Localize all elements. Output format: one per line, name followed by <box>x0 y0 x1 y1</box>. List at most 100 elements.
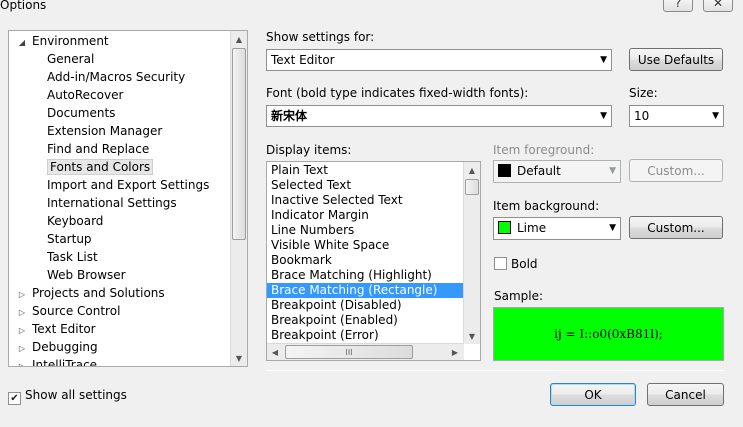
collapsed-triangle-icon[interactable]: ▷ <box>15 358 29 366</box>
tree-item-label: Import and Export Settings <box>47 178 210 192</box>
show-settings-value: Text Editor <box>271 53 335 67</box>
tree-item-label: Fonts and Colors <box>47 159 154 175</box>
tree-item-label: IntelliTrace <box>32 358 98 367</box>
tree-item[interactable]: General <box>47 50 94 68</box>
list-item[interactable]: Brace Matching (Rectangle) <box>267 283 464 298</box>
list-item[interactable]: Visible White Space <box>270 238 464 253</box>
tree-item[interactable]: Extension Manager <box>47 122 162 140</box>
background-color-swatch <box>498 221 511 234</box>
list-item[interactable]: Breakpoint (Error) <box>270 328 464 343</box>
show-settings-label: Show settings for: <box>266 30 375 44</box>
item-background-label: Item background: <box>493 199 600 213</box>
foreground-custom-button[interactable]: Custom... <box>629 159 723 182</box>
font-value: 新宋体 <box>271 109 308 123</box>
tree-item-label: Startup <box>47 232 92 246</box>
tree-item-label: Add-in/Macros Security <box>47 70 186 84</box>
tree-item-label: General <box>47 52 95 66</box>
scroll-down-icon[interactable]: ▼ <box>231 350 247 366</box>
tree-item-label: Environment <box>32 34 109 48</box>
scroll-up-icon[interactable]: ▲ <box>231 31 247 47</box>
list-item[interactable]: Breakpoint (Disabled) <box>270 298 464 313</box>
tree-item-label: Task List <box>47 250 98 264</box>
tree-scroll-thumb[interactable] <box>232 48 246 240</box>
size-combo[interactable]: 10 ▼ <box>629 105 724 127</box>
sample-preview: ij = I::o0(0xB81l); <box>493 307 724 361</box>
tree-item-label: Web Browser <box>47 268 126 282</box>
show-settings-combo[interactable]: Text Editor ▼ <box>266 49 612 71</box>
help-button[interactable]: ? <box>663 0 693 12</box>
list-item[interactable]: Brace Matching (Highlight) <box>270 268 464 283</box>
item-background-combo[interactable]: Lime ▼ <box>493 217 621 240</box>
tree-item[interactable]: ▷ Debugging <box>15 338 98 356</box>
cancel-button[interactable]: Cancel <box>647 383 724 406</box>
footer-divider <box>266 370 724 371</box>
tree-item-label: Extension Manager <box>47 124 163 138</box>
chevron-down-icon: ▼ <box>712 111 719 121</box>
tree-item[interactable]: Web Browser <box>47 266 126 284</box>
tree-item-label: Debugging <box>32 340 98 354</box>
scroll-left-icon[interactable]: ◀ <box>267 344 283 360</box>
list-item[interactable]: Line Numbers <box>270 223 464 238</box>
font-combo[interactable]: 新宋体 ▼ <box>266 105 612 127</box>
item-foreground-label: Item foreground: <box>493 143 595 157</box>
scroll-down-icon[interactable]: ▼ <box>464 328 480 344</box>
list-hscroll-thumb[interactable]: III <box>285 345 413 359</box>
show-all-settings-checkbox[interactable]: ✔ Show all settings <box>8 388 127 405</box>
ok-button[interactable]: OK <box>550 383 636 406</box>
sample-text: ij = I::o0(0xB81l); <box>554 327 663 341</box>
options-tree[interactable]: ◢ Environment General Add-in/Macros Securit… <box>8 30 248 367</box>
tree-item[interactable]: AutoRecover <box>47 86 123 104</box>
tree-item-label: Text Editor <box>32 322 96 336</box>
list-item[interactable]: Bookmark <box>270 253 464 268</box>
show-all-checkbox-box[interactable]: ✔ <box>8 392 21 405</box>
tree-item-label: International Settings <box>47 196 177 210</box>
list-vscroll-thumb[interactable] <box>465 179 479 195</box>
scroll-up-icon[interactable]: ▲ <box>464 162 480 178</box>
list-item[interactable]: Plain Text <box>270 163 464 178</box>
list-item[interactable]: Breakpoint (Enabled) <box>270 313 464 328</box>
size-label: Size: <box>629 86 658 100</box>
background-custom-button[interactable]: Custom... <box>629 216 723 239</box>
tree-scrollbar[interactable]: ▲ ▼ <box>230 31 247 366</box>
use-defaults-button[interactable]: Use Defaults <box>629 48 723 71</box>
help-icon: ? <box>674 0 682 10</box>
tree-item[interactable]: Task List <box>47 248 98 266</box>
tree-item-label: Source Control <box>32 304 121 318</box>
sample-label: Sample: <box>494 289 544 303</box>
tree-item[interactable]: Fonts and Colors <box>47 158 154 176</box>
list-hscrollbar[interactable]: ◀ III ▶ <box>267 343 464 360</box>
tree-item-label: Find and Replace <box>47 142 150 156</box>
item-foreground-value: Default <box>517 164 561 178</box>
close-button[interactable]: ✕ <box>703 0 733 12</box>
list-vscrollbar[interactable]: ▲ ▼ <box>463 162 480 344</box>
scroll-right-icon[interactable]: ▶ <box>447 344 463 360</box>
expanded-triangle-icon[interactable]: ◢ <box>15 34 29 52</box>
tree-item[interactable]: Startup <box>47 230 92 248</box>
tree-item[interactable]: Add-in/Macros Security <box>47 68 185 86</box>
list-item[interactable]: Indicator Margin <box>270 208 464 223</box>
display-items-list[interactable]: Plain Text Selected Text Inactive Selected… <box>266 161 481 361</box>
tree-item[interactable]: Import and Export Settings <box>47 176 209 194</box>
tree-item[interactable]: Documents <box>47 104 115 122</box>
bold-checkbox-box[interactable] <box>494 257 507 270</box>
tree-item[interactable]: ▷ Source Control <box>15 302 120 320</box>
size-value: 10 <box>634 109 650 123</box>
tree-item[interactable]: International Settings <box>47 194 177 212</box>
tree-item[interactable]: ▷ IntelliTrace <box>15 356 98 367</box>
item-foreground-combo[interactable]: Default ▼ <box>493 160 621 183</box>
tree-item[interactable]: Find and Replace <box>47 140 149 158</box>
item-background-value: Lime <box>517 221 547 235</box>
tree-item[interactable]: ▷ Text Editor <box>15 320 96 338</box>
foreground-color-swatch <box>498 164 511 177</box>
bold-label: Bold <box>511 257 538 271</box>
list-item[interactable]: Inactive Selected Text <box>270 193 464 208</box>
font-label: Font (bold type indicates fixed-width fo… <box>266 86 529 100</box>
bold-checkbox[interactable]: Bold <box>494 257 538 271</box>
tree-item[interactable]: Keyboard <box>47 212 103 230</box>
tree-item[interactable]: ◢ Environment <box>15 32 109 50</box>
chevron-down-icon: ▼ <box>600 111 607 121</box>
tree-item-label: Projects and Solutions <box>32 286 165 300</box>
tree-item[interactable]: ▷ Projects and Solutions <box>15 284 165 302</box>
tree-item-label: Keyboard <box>47 214 104 228</box>
list-item[interactable]: Selected Text <box>270 178 464 193</box>
